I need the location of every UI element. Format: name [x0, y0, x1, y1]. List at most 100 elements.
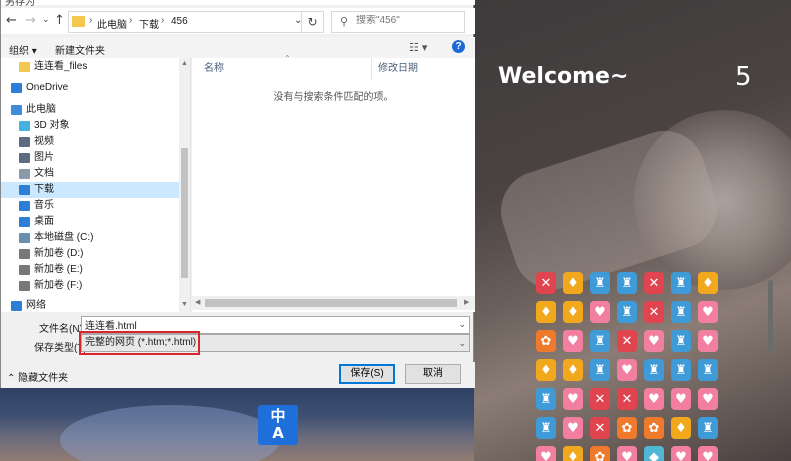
- breadcrumb-downloads[interactable]: 下载: [139, 16, 159, 31]
- game-tile[interactable]: ♜: [671, 272, 691, 294]
- horizontal-scrollbar[interactable]: ◀ ▶: [192, 296, 475, 310]
- game-tile[interactable]: ♥: [698, 301, 718, 323]
- game-tile[interactable]: ♜: [590, 359, 610, 381]
- scroll-down-icon[interactable]: ▼: [181, 301, 188, 308]
- game-tile[interactable]: ◆: [644, 446, 664, 461]
- nav-item[interactable]: 新加卷 (D:): [1, 246, 179, 262]
- column-header-name[interactable]: 名称: [204, 58, 224, 80]
- game-tile[interactable]: ♦: [563, 272, 583, 294]
- game-tile[interactable]: ♜: [617, 272, 637, 294]
- search-input[interactable]: [356, 15, 460, 26]
- game-tile[interactable]: ♥: [698, 446, 718, 461]
- game-tile[interactable]: ♜: [590, 330, 610, 352]
- game-tile[interactable]: ✕: [617, 330, 637, 352]
- game-tile[interactable]: ♦: [671, 417, 691, 439]
- nav-scrollbar[interactable]: ▲ ▼: [179, 58, 190, 312]
- recent-dropdown-icon[interactable]: ⌄: [42, 15, 50, 25]
- game-tile[interactable]: ♜: [644, 359, 664, 381]
- scroll-thumb[interactable]: [181, 148, 188, 278]
- hide-folders-toggle[interactable]: ⌃ 隐藏文件夹: [7, 369, 68, 384]
- game-tile[interactable]: ♜: [536, 417, 556, 439]
- game-tile[interactable]: ♥: [563, 417, 583, 439]
- search-box[interactable]: ⚲: [331, 11, 465, 33]
- up-icon[interactable]: ↑: [54, 13, 65, 28]
- game-tile[interactable]: ✿: [617, 417, 637, 439]
- refresh-icon[interactable]: ↻: [301, 12, 323, 32]
- game-tile[interactable]: ♥: [590, 301, 610, 323]
- chevron-right-icon[interactable]: ›: [161, 15, 164, 26]
- game-tile[interactable]: ♥: [698, 388, 718, 410]
- nav-item[interactable]: 桌面: [1, 214, 179, 230]
- game-tile[interactable]: ✕: [590, 417, 610, 439]
- game-tile[interactable]: ♜: [617, 301, 637, 323]
- game-tile[interactable]: ♦: [536, 301, 556, 323]
- game-tile[interactable]: ♥: [698, 330, 718, 352]
- address-bar[interactable]: › 此电脑 › 下载 › 456 ⌄ ↻: [68, 11, 324, 33]
- column-divider[interactable]: [371, 58, 372, 80]
- game-tile[interactable]: ✕: [536, 272, 556, 294]
- game-tile[interactable]: ✿: [590, 446, 610, 461]
- game-tile[interactable]: ♥: [536, 446, 556, 461]
- game-tile[interactable]: ♥: [617, 359, 637, 381]
- scroll-left-icon[interactable]: ◀: [195, 298, 200, 306]
- game-tile[interactable]: ♦: [536, 359, 556, 381]
- forward-icon[interactable]: →: [25, 13, 36, 28]
- game-tile[interactable]: ♦: [563, 359, 583, 381]
- game-tile[interactable]: ✕: [617, 388, 637, 410]
- nav-item[interactable]: 新加卷 (F:): [1, 278, 179, 294]
- game-tile[interactable]: ✕: [590, 388, 610, 410]
- nav-item[interactable]: 音乐: [1, 198, 179, 214]
- game-tile[interactable]: ♦: [563, 446, 583, 461]
- nav-item[interactable]: 此电脑: [1, 102, 179, 118]
- game-tile[interactable]: ♜: [698, 417, 718, 439]
- nav-item[interactable]: 视频: [1, 134, 179, 150]
- view-options-icon[interactable]: ☷ ▾: [409, 41, 427, 54]
- cancel-button[interactable]: 取消: [405, 364, 461, 384]
- filename-input[interactable]: [85, 319, 445, 330]
- nav-item[interactable]: 3D 对象: [1, 118, 179, 134]
- help-icon[interactable]: ?: [452, 40, 465, 53]
- game-tile[interactable]: ♥: [563, 330, 583, 352]
- nav-item[interactable]: OneDrive: [1, 80, 179, 96]
- chevron-down-icon[interactable]: ⌄: [458, 335, 466, 351]
- chevron-down-icon[interactable]: ⌄: [458, 319, 466, 330]
- game-tile[interactable]: ♜: [671, 359, 691, 381]
- nav-item[interactable]: 本地磁盘 (C:): [1, 230, 179, 246]
- new-folder-button[interactable]: 新建文件夹: [55, 42, 105, 57]
- chevron-right-icon[interactable]: ›: [89, 15, 92, 26]
- breadcrumb-456[interactable]: 456: [171, 16, 188, 27]
- back-icon[interactable]: ←: [6, 13, 17, 28]
- nav-item[interactable]: 新加卷 (E:): [1, 262, 179, 278]
- game-tile[interactable]: ✕: [644, 301, 664, 323]
- chevron-right-icon[interactable]: ›: [129, 15, 132, 26]
- save-button[interactable]: 保存(S): [339, 364, 395, 384]
- scroll-right-icon[interactable]: ▶: [464, 298, 469, 306]
- game-tile[interactable]: ♜: [698, 359, 718, 381]
- game-tile[interactable]: ♥: [563, 388, 583, 410]
- game-tile[interactable]: ♥: [644, 388, 664, 410]
- game-tile[interactable]: ✿: [644, 417, 664, 439]
- nav-item[interactable]: 图片: [1, 150, 179, 166]
- game-tile[interactable]: ♜: [536, 388, 556, 410]
- game-tile[interactable]: ♥: [644, 330, 664, 352]
- game-tile[interactable]: ♦: [563, 301, 583, 323]
- scroll-up-icon[interactable]: ▲: [181, 60, 188, 67]
- h-scroll-thumb[interactable]: [205, 299, 457, 307]
- column-header-modified[interactable]: 修改日期: [378, 58, 418, 80]
- game-tile[interactable]: ♜: [590, 272, 610, 294]
- game-tile[interactable]: ♜: [671, 301, 691, 323]
- nav-item[interactable]: 网络: [1, 298, 179, 312]
- organize-button[interactable]: 组织 ▾: [9, 42, 37, 57]
- nav-item[interactable]: 下载: [1, 182, 179, 198]
- game-tile[interactable]: ♦: [698, 272, 718, 294]
- game-tile[interactable]: ♥: [671, 388, 691, 410]
- nav-item[interactable]: 连连看_files: [1, 59, 179, 75]
- page-scrollbar[interactable]: [768, 280, 773, 354]
- game-tile[interactable]: ♜: [671, 330, 691, 352]
- game-tile[interactable]: ✿: [536, 330, 556, 352]
- game-tile[interactable]: ♥: [617, 446, 637, 461]
- translate-icon[interactable]: 中A: [258, 405, 298, 445]
- nav-item[interactable]: 文档: [1, 166, 179, 182]
- breadcrumb-this-pc[interactable]: 此电脑: [97, 16, 127, 31]
- game-tile[interactable]: ✕: [644, 272, 664, 294]
